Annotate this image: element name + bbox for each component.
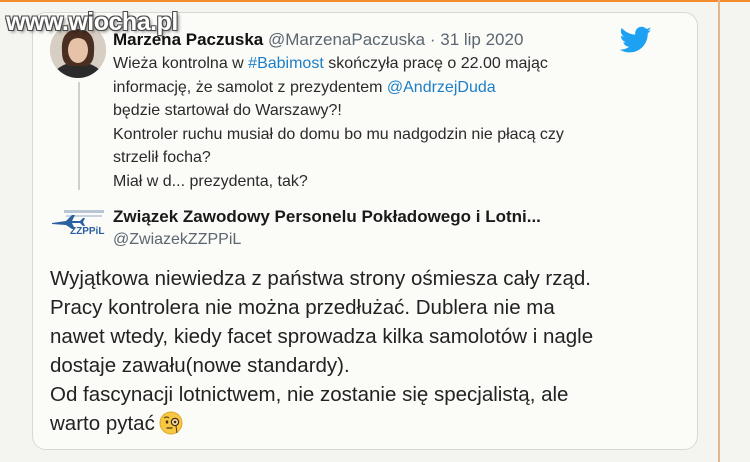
separator: · bbox=[429, 30, 436, 49]
org-logo[interactable]: ZZPPiL bbox=[50, 207, 106, 239]
top-accent-line bbox=[0, 0, 750, 2]
display-name[interactable]: Związek Zawodowy Personelu Pokładowego i… bbox=[113, 207, 541, 227]
hashtag-link[interactable]: #Babimost bbox=[248, 55, 324, 72]
mention-link[interactable]: @AndrzejDuda bbox=[387, 79, 496, 96]
svg-text:ZZPPiL: ZZPPiL bbox=[70, 226, 104, 237]
twitter-bird-icon bbox=[619, 26, 652, 54]
tweet-date[interactable]: 31 lip 2020 bbox=[440, 30, 523, 49]
watermark: www.wiocha.pl bbox=[6, 8, 178, 36]
thread-line bbox=[78, 82, 80, 190]
quoted-tweet-text: Wieża kontrolna w #Babimost skończyła pr… bbox=[113, 55, 564, 190]
reply-tweet-text: Wyjątkowa niewiedza z państwa strony ośm… bbox=[50, 264, 690, 443]
face-with-monocle-icon bbox=[159, 411, 183, 443]
handle[interactable]: @MarzenaPaczuska bbox=[268, 30, 425, 49]
right-accent-line bbox=[718, 0, 720, 462]
handle[interactable]: @ZwiazekZZPPiL bbox=[113, 231, 241, 249]
